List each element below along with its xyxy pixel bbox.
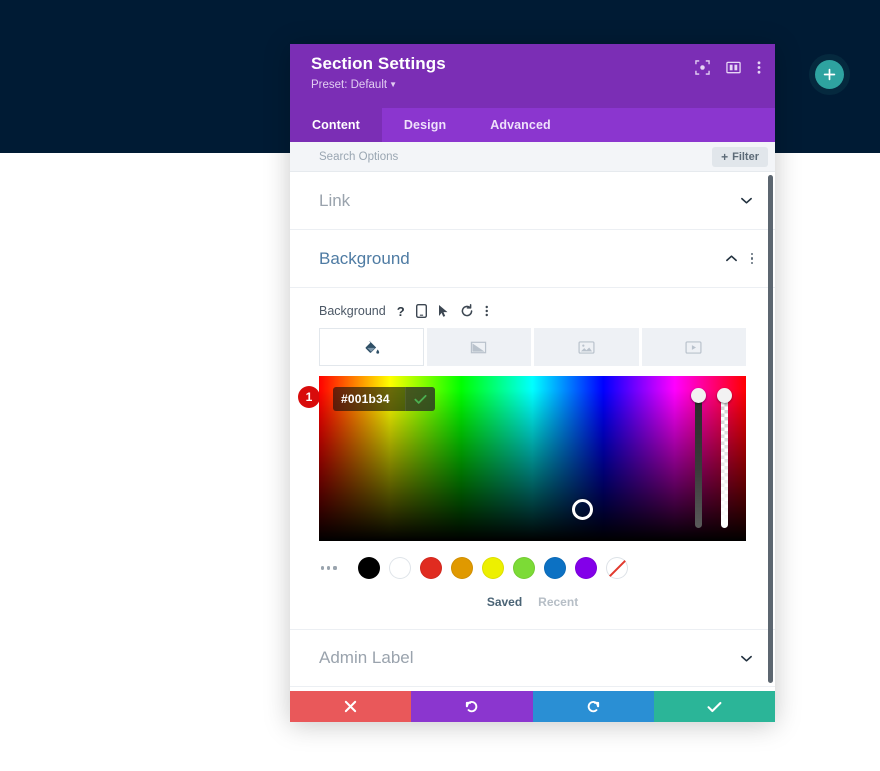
chevron-down-icon — [741, 197, 752, 204]
tab-advanced[interactable]: Advanced — [468, 108, 573, 142]
alpha-slider-handle[interactable] — [717, 388, 732, 403]
color-selection-handle[interactable] — [572, 499, 593, 520]
hue-slider-handle[interactable] — [691, 388, 706, 403]
chevron-down-icon — [741, 655, 752, 662]
swatch-purple[interactable] — [574, 557, 597, 579]
section-link[interactable]: Link — [290, 172, 775, 230]
hue-slider-track — [695, 396, 702, 528]
section-admin-label-label: Admin Label — [319, 648, 414, 667]
tab-content[interactable]: Content — [290, 108, 382, 142]
add-section-button[interactable] — [815, 60, 844, 89]
responsive-device-icon[interactable] — [415, 304, 427, 318]
section-background-label: Background — [319, 248, 410, 268]
modal-tabs: Content Design Advanced — [290, 108, 775, 142]
more-options-icon[interactable] — [485, 304, 489, 318]
more-swatches-icon[interactable] — [321, 566, 337, 570]
swatch-green[interactable] — [512, 557, 535, 579]
section-admin-label[interactable]: Admin Label — [290, 629, 775, 687]
header-icon-group — [695, 60, 761, 75]
plus-icon: + — [721, 149, 729, 164]
hover-cursor-icon[interactable] — [438, 304, 449, 318]
color-picker-wrap: 1 — [298, 376, 746, 541]
gradient-icon — [471, 341, 487, 353]
tab-recent-colors[interactable]: Recent — [538, 595, 578, 609]
search-bar: + Filter — [290, 142, 775, 172]
alpha-slider[interactable] — [717, 388, 732, 528]
undo-icon — [466, 701, 478, 713]
swatch-black[interactable] — [357, 557, 380, 579]
check-icon — [414, 394, 427, 404]
redo-icon — [587, 701, 599, 713]
redo-button[interactable] — [532, 691, 654, 722]
alpha-slider-track — [721, 396, 728, 528]
color-swatch-row — [319, 557, 746, 579]
scrollbar-thumb[interactable] — [768, 175, 773, 683]
help-icon[interactable]: ? — [397, 304, 405, 319]
background-image-tab[interactable] — [534, 328, 639, 366]
swatch-orange[interactable] — [450, 557, 473, 579]
filter-label: Filter — [732, 150, 759, 163]
save-button[interactable] — [653, 691, 775, 722]
background-control-header: Background ? — [319, 288, 746, 328]
swatch-yellow[interactable] — [481, 557, 504, 579]
modal-footer — [290, 691, 775, 722]
hue-slider[interactable] — [691, 388, 706, 528]
step-badge-1: 1 — [298, 386, 320, 408]
hex-input-group — [333, 387, 435, 411]
swatch-blue[interactable] — [543, 557, 566, 579]
search-input[interactable] — [319, 150, 619, 163]
undo-button[interactable] — [411, 691, 533, 722]
background-video-tab[interactable] — [641, 328, 746, 366]
background-panel: Background ? 1 #001b34 Saved Recent — [290, 288, 775, 629]
plus-icon — [823, 68, 836, 81]
tab-design[interactable]: Design — [382, 108, 468, 142]
background-control-label: Background — [319, 304, 386, 318]
section-settings-modal: Section Settings Preset: Default ▼ Conte… — [290, 44, 775, 722]
preset-selector[interactable]: Preset: Default ▼ — [311, 77, 397, 94]
modal-header: Section Settings Preset: Default ▼ — [290, 44, 775, 108]
palette-tabs: Saved Recent — [319, 595, 746, 609]
modal-body: Link Background Background ? 1 #001b34 S… — [290, 172, 775, 691]
page-title: Section Settings — [311, 54, 446, 73]
split-view-icon[interactable] — [726, 60, 741, 75]
reset-icon[interactable] — [460, 304, 474, 318]
hex-confirm-button[interactable] — [405, 387, 435, 411]
image-icon — [578, 340, 595, 354]
color-picker-canvas[interactable] — [319, 376, 746, 541]
video-icon — [685, 340, 702, 354]
section-background[interactable]: Background — [290, 230, 775, 288]
focus-target-icon[interactable] — [695, 60, 710, 75]
background-more-options-icon[interactable] — [750, 252, 753, 265]
section-link-label: Link — [319, 190, 351, 210]
swatch-white[interactable] — [388, 557, 411, 579]
close-icon — [344, 700, 357, 713]
check-icon — [707, 701, 722, 712]
hex-color-input[interactable] — [333, 387, 405, 411]
preset-label: Preset: Default — [311, 79, 388, 91]
paint-bucket-icon — [365, 339, 379, 354]
swatch-red[interactable] — [419, 557, 442, 579]
color-sliders — [691, 388, 732, 528]
swatch-transparent[interactable] — [605, 557, 628, 579]
cancel-button[interactable] — [290, 691, 412, 722]
background-gradient-tab[interactable] — [426, 328, 531, 366]
background-color-tab[interactable] — [319, 328, 424, 366]
filter-button[interactable]: + Filter — [712, 146, 768, 167]
background-type-tabs — [319, 328, 746, 366]
chevron-down-icon: ▼ — [389, 80, 397, 89]
screen-root: Section Settings Preset: Default ▼ Conte… — [0, 0, 880, 771]
more-options-icon[interactable] — [757, 60, 761, 75]
tab-saved-colors[interactable]: Saved — [487, 595, 522, 609]
chevron-up-icon[interactable] — [725, 252, 738, 265]
